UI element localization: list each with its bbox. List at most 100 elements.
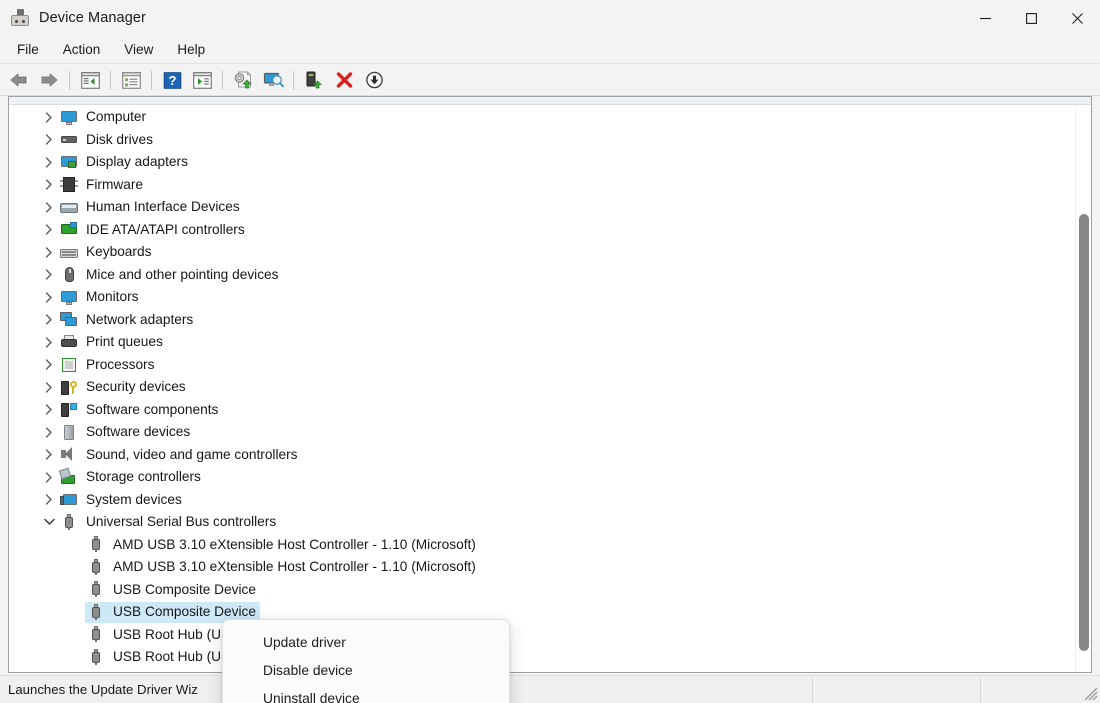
- tree-node-display-adapters[interactable]: Display adapters: [9, 151, 1075, 174]
- chevron-right-icon[interactable]: [41, 199, 57, 215]
- usb-icon: [87, 536, 105, 553]
- chevron-right-icon[interactable]: [41, 244, 57, 260]
- tree-node-software-devices[interactable]: Software devices: [9, 421, 1075, 444]
- tree-node-processors[interactable]: Processors: [9, 354, 1075, 377]
- tree-node-system-devices[interactable]: System devices: [9, 489, 1075, 512]
- tree-node-sound-video-and-game-controllers[interactable]: Sound, video and game controllers: [9, 444, 1075, 467]
- device-tree[interactable]: Computer Disk drives Display adapters: [9, 106, 1075, 672]
- tree-node-firmware[interactable]: Firmware: [9, 174, 1075, 197]
- tree-node-computer[interactable]: Computer: [9, 106, 1075, 129]
- status-bar: Launches the Update Driver Wiz: [0, 675, 1100, 703]
- usb-icon: [87, 581, 105, 598]
- tree-node-software-components[interactable]: Software components: [9, 399, 1075, 422]
- tree-node-print-queues[interactable]: Print queues: [9, 331, 1075, 354]
- hid-icon: [60, 199, 78, 216]
- system-device-icon: [60, 491, 78, 508]
- disable-device-button[interactable]: [359, 67, 389, 93]
- tree-node-amd-usb-host-controller-2[interactable]: AMD USB 3.10 eXtensible Host Controller …: [9, 556, 1075, 579]
- tree-node-label: Display adapters: [86, 155, 188, 169]
- tree-node-monitors[interactable]: Monitors: [9, 286, 1075, 309]
- context-menu-item-uninstall-device[interactable]: Uninstall device: [223, 684, 509, 703]
- chevron-right-icon[interactable]: [41, 492, 57, 508]
- tree-node-ide-ata-atapi-controllers[interactable]: IDE ATA/ATAPI controllers: [9, 219, 1075, 242]
- chevron-right-icon[interactable]: [41, 177, 57, 193]
- device-tree-panel: Computer Disk drives Display adapters: [8, 96, 1092, 673]
- chevron-right-icon[interactable]: [41, 109, 57, 125]
- enable-device-icon: [304, 71, 325, 89]
- tree-node-disk-drives[interactable]: Disk drives: [9, 129, 1075, 152]
- tree-node-label: IDE ATA/ATAPI controllers: [86, 223, 245, 237]
- chevron-right-icon[interactable]: [41, 447, 57, 463]
- menu-help[interactable]: Help: [166, 39, 216, 61]
- usb-icon: [87, 559, 105, 576]
- vertical-scrollbar[interactable]: [1075, 106, 1091, 672]
- close-button[interactable]: [1054, 0, 1100, 36]
- resize-grip-icon[interactable]: [1084, 687, 1098, 701]
- chevron-right-icon[interactable]: [41, 267, 57, 283]
- chevron-down-icon[interactable]: [41, 514, 57, 530]
- menu-action[interactable]: Action: [52, 39, 112, 61]
- tree-node-label: USB Composite Device: [113, 583, 256, 597]
- menu-view[interactable]: View: [113, 39, 164, 61]
- tree-node-mice-and-other-pointing-devices[interactable]: Mice and other pointing devices: [9, 264, 1075, 287]
- toolbar-separator-3: [151, 71, 152, 90]
- forward-button[interactable]: [34, 67, 64, 93]
- keyboard-icon: [60, 244, 78, 261]
- action-pane-icon: [193, 72, 212, 89]
- menu-file[interactable]: File: [6, 39, 50, 61]
- tree-node-usb-root-hub-2[interactable]: USB Root Hub (USB 3.0): [9, 646, 1075, 669]
- tree-node-usb-root-hub-1[interactable]: USB Root Hub (USB 3.0): [9, 624, 1075, 647]
- toolbar-separator-5: [293, 71, 294, 90]
- network-adapter-icon: [60, 311, 78, 328]
- scrollbar-thumb[interactable]: [1079, 214, 1089, 651]
- tree-node-human-interface-devices[interactable]: Human Interface Devices: [9, 196, 1075, 219]
- chevron-right-icon[interactable]: [41, 469, 57, 485]
- chevron-right-icon[interactable]: [41, 222, 57, 238]
- context-menu-item-disable-device[interactable]: Disable device: [223, 656, 509, 684]
- tree-node-label: Universal Serial Bus controllers: [86, 515, 276, 529]
- toolbar: ?: [0, 65, 1100, 96]
- enable-device-button[interactable]: [299, 67, 329, 93]
- tree-node-label: Mice and other pointing devices: [86, 268, 279, 282]
- tree-node-security-devices[interactable]: Security devices: [9, 376, 1075, 399]
- tree-node-universal-serial-bus-controllers[interactable]: Universal Serial Bus controllers: [9, 511, 1075, 534]
- chevron-right-icon[interactable]: [41, 334, 57, 350]
- tree-node-usb-composite-device-2[interactable]: USB Composite Device: [9, 601, 1075, 624]
- console-tree-icon: [81, 72, 100, 89]
- properties-icon: [122, 72, 141, 89]
- chevron-right-icon[interactable]: [41, 154, 57, 170]
- update-driver-button[interactable]: [228, 67, 258, 93]
- chevron-right-icon[interactable]: [41, 424, 57, 440]
- chevron-right-icon[interactable]: [41, 132, 57, 148]
- tree-node-label: Storage controllers: [86, 470, 201, 484]
- device-manager-window: Device Manager File Action V: [0, 0, 1100, 703]
- usb-icon: [87, 626, 105, 643]
- chevron-right-icon[interactable]: [41, 312, 57, 328]
- ide-controller-icon: [60, 221, 78, 238]
- scan-hardware-changes-button[interactable]: [258, 67, 288, 93]
- tree-node-label: Keyboards: [86, 245, 151, 259]
- uninstall-device-button[interactable]: [329, 67, 359, 93]
- tree-node-storage-controllers[interactable]: Storage controllers: [9, 466, 1075, 489]
- tree-node-amd-usb-host-controller-1[interactable]: AMD USB 3.10 eXtensible Host Controller …: [9, 534, 1075, 557]
- properties-button[interactable]: [116, 67, 146, 93]
- chevron-right-icon[interactable]: [41, 357, 57, 373]
- tree-node-network-adapters[interactable]: Network adapters: [9, 309, 1075, 332]
- monitor-icon: [60, 289, 78, 306]
- maximize-button[interactable]: [1008, 0, 1054, 36]
- tree-node-label: Security devices: [86, 380, 186, 394]
- tree-node-usb-composite-device-1[interactable]: USB Composite Device: [9, 579, 1075, 602]
- show-hide-console-tree-button[interactable]: [75, 67, 105, 93]
- tree-node-label: System devices: [86, 493, 182, 507]
- context-menu-item-update-driver[interactable]: Update driver: [223, 628, 509, 656]
- back-button[interactable]: [4, 67, 34, 93]
- chevron-right-icon[interactable]: [41, 289, 57, 305]
- printer-icon: [60, 334, 78, 351]
- show-hide-action-pane-button[interactable]: [187, 67, 217, 93]
- minimize-button[interactable]: [962, 0, 1008, 36]
- chevron-right-icon[interactable]: [41, 379, 57, 395]
- help-button[interactable]: ?: [157, 67, 187, 93]
- tree-node-label: AMD USB 3.10 eXtensible Host Controller …: [113, 538, 476, 552]
- chevron-right-icon[interactable]: [41, 402, 57, 418]
- tree-node-keyboards[interactable]: Keyboards: [9, 241, 1075, 264]
